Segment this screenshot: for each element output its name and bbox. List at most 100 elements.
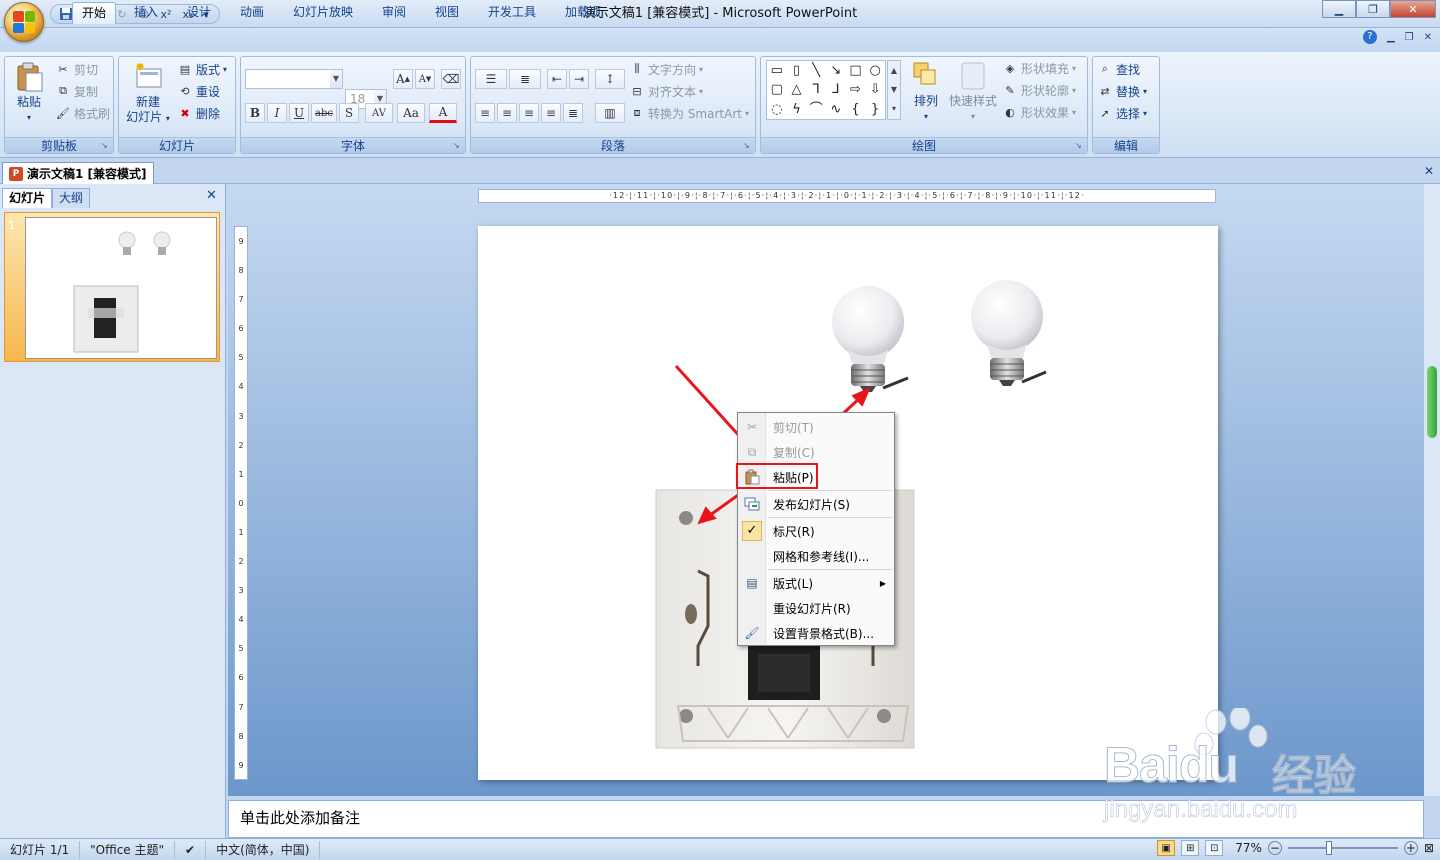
columns-icon[interactable]: ▥ (595, 103, 625, 123)
elbow-arrow-shape-icon[interactable]: ⅃ (826, 80, 846, 99)
replace-button[interactable]: ⇄ 替换 ▾ (1097, 81, 1147, 101)
oval-shape-icon[interactable]: ○ (865, 61, 885, 80)
doc-minimize-icon[interactable]: ▁ (1387, 32, 1395, 43)
shape-outline-button[interactable]: ✎ 形状轮廓 ▾ (1002, 80, 1076, 100)
tab-review[interactable]: 审阅 (373, 2, 415, 24)
vertical-ruler[interactable]: 9 8 7 6 5 4 3 2 1 0 1 2 3 4 5 6 7 8 9 (234, 226, 248, 780)
tab-animation[interactable]: 动画 (231, 2, 273, 24)
shape-fill-button[interactable]: ◈ 形状填充 ▾ (1002, 58, 1076, 78)
line-shape-icon[interactable]: ╲ (806, 61, 826, 80)
status-spellcheck[interactable]: ✔ (175, 840, 207, 859)
menu-item-layout[interactable]: ▤ 版式(L) ▶ (738, 571, 894, 595)
zoom-slider[interactable] (1287, 841, 1398, 855)
slide-thumbnail[interactable] (25, 217, 217, 359)
arrow-line-shape-icon[interactable]: ↘ (826, 61, 846, 80)
reset-button[interactable]: ⟲ 重设 (177, 81, 220, 101)
menu-item-copy[interactable]: ⧉ 复制(C) (738, 440, 894, 464)
tab-slideshow[interactable]: 幻灯片放映 (284, 2, 362, 24)
layout-button[interactable]: ▤ 版式 ▾ (177, 59, 227, 79)
justify-icon[interactable]: ≡ (541, 103, 561, 123)
triangle-shape-icon[interactable]: △ (787, 80, 807, 99)
shadow-button[interactable]: S (339, 103, 359, 123)
shapes-scroll[interactable]: ▲ ▼ ▾ (887, 60, 901, 120)
fit-window-icon[interactable]: ⊠ (1424, 841, 1434, 855)
cut-button[interactable]: ✂ 剪切 (55, 59, 98, 79)
delete-button[interactable]: ✖ 删除 (177, 103, 220, 123)
horizontal-ruler[interactable]: ·12·¦·11·¦·10·¦·9·¦·8·¦·7·¦·6·¦·5·¦·4·¦·… (478, 189, 1216, 203)
align-right-icon[interactable]: ≡ (519, 103, 539, 123)
normal-view-icon[interactable]: ▣ (1157, 840, 1176, 856)
font-name-combo[interactable]: ▼ (245, 69, 343, 89)
clear-format-icon[interactable]: ⌫ (441, 69, 461, 89)
shrink-font-button[interactable]: A ▼ (415, 69, 435, 89)
paste-button[interactable]: 粘贴 ▾ (7, 61, 51, 125)
shape-effects-button[interactable]: ◐ 形状效果 ▾ (1002, 102, 1076, 122)
slide-sorter-icon[interactable]: ⊞ (1181, 840, 1200, 856)
bullets-icon[interactable]: ☰ (475, 69, 507, 89)
find-button[interactable]: ⌕ 查找 (1097, 59, 1140, 79)
numbering-icon[interactable]: ≣ (509, 69, 541, 89)
dialog-launcher-icon[interactable]: ↘ (101, 141, 111, 151)
grow-font-button[interactable]: A ▲ (393, 69, 413, 89)
rectangle-shape-icon[interactable]: □ (846, 61, 866, 80)
dialog-launcher-icon[interactable]: ↘ (743, 141, 753, 151)
menu-item-grid-guides[interactable]: 网格和参考线(I)... (738, 544, 894, 568)
quick-styles-button[interactable]: 快速样式 ▾ (946, 60, 1000, 124)
close-icon[interactable]: ✕ (1390, 0, 1436, 18)
format-painter-button[interactable]: 🖌 格式刷 (55, 103, 110, 123)
menu-item-reset-slide[interactable]: 重设幻灯片(R) (738, 596, 894, 620)
smartart-button[interactable]: ⧈ 转换为 SmartArt ▾ (629, 103, 749, 123)
menu-item-ruler[interactable]: ✓ 标尺(R) (738, 519, 894, 543)
light-bulb-image[interactable] (832, 286, 909, 392)
zoom-level[interactable]: 77% (1235, 841, 1262, 855)
select-button[interactable]: ➚ 选择 ▾ (1097, 103, 1147, 123)
slideshow-view-icon[interactable]: ⊡ (1205, 840, 1224, 856)
char-spacing-button[interactable]: AV (365, 103, 393, 123)
left-brace-shape-icon[interactable]: { (846, 100, 866, 119)
close-document-icon[interactable]: ✕ (1424, 164, 1434, 178)
rounded-rect-shape-icon[interactable]: ▢ (767, 80, 787, 99)
line-spacing-icon[interactable]: ↕ (595, 69, 625, 89)
copy-button[interactable]: ⧉ 复制 (55, 81, 98, 101)
elbow-connector-shape-icon[interactable]: ⅂ (806, 80, 826, 99)
bold-button[interactable]: B (245, 103, 265, 123)
shapes-gallery[interactable]: ▭ ▯ ╲ ↘ □ ○ ▢ △ ⅂ ⅃ ⇨ ⇩ ◌ ϟ ⌒ ∿ { } (766, 60, 886, 120)
distribute-icon[interactable]: ≣ (563, 103, 583, 123)
dialog-launcher-icon[interactable]: ↘ (1075, 141, 1085, 151)
minimize-icon[interactable]: ▁ (1322, 0, 1356, 18)
strikethrough-button[interactable]: abc (311, 103, 337, 123)
new-slide-button[interactable]: ✸ 新建 幻灯片 ▾ (123, 61, 173, 126)
help-icon[interactable]: ? (1362, 30, 1377, 44)
tab-design[interactable]: 设计 (178, 2, 220, 24)
tab-addins[interactable]: 加载项 (556, 2, 610, 24)
curve-shape-icon[interactable]: ∿ (826, 100, 846, 119)
zoom-in-icon[interactable]: + (1403, 841, 1418, 855)
right-arrow-shape-icon[interactable]: ⇨ (846, 80, 866, 99)
close-pane-icon[interactable]: ✕ (206, 188, 217, 203)
right-brace-shape-icon[interactable]: } (865, 100, 885, 119)
tab-insert[interactable]: 插入 (125, 2, 167, 24)
align-center-icon[interactable]: ≡ (497, 103, 517, 123)
document-tab[interactable]: P 演示文稿1 [兼容模式] (2, 162, 154, 184)
align-text-button[interactable]: ⊟ 对齐文本 ▾ (629, 81, 703, 101)
light-bulb-image[interactable] (971, 280, 1047, 386)
maximize-icon[interactable]: ❐ (1356, 0, 1390, 18)
arc-shape-icon[interactable]: ⌒ (806, 100, 826, 119)
zoom-slider-thumb[interactable] (1325, 841, 1332, 855)
vertical-textbox-shape-icon[interactable]: ▯ (787, 61, 807, 80)
italic-button[interactable]: I (267, 103, 287, 123)
callout-shape-icon[interactable]: ◌ (767, 100, 787, 119)
tab-developer[interactable]: 开发工具 (479, 2, 545, 24)
slide-thumbnail-selected[interactable]: 1 (4, 212, 220, 362)
decrease-indent-icon[interactable]: ⇤ (547, 69, 567, 89)
tab-outline[interactable]: 大纲 (52, 188, 91, 208)
font-color-button[interactable]: A (429, 103, 457, 123)
tab-home[interactable]: 开始 (72, 2, 117, 24)
arrange-button[interactable]: 排列 ▾ (904, 60, 948, 124)
doc-restore-icon[interactable]: ❐ (1405, 32, 1414, 43)
menu-item-cut[interactable]: ✂ 剪切(T) (738, 415, 894, 439)
change-case-button[interactable]: Aa (397, 103, 425, 123)
underline-button[interactable]: U (289, 103, 309, 123)
scroll-thumb[interactable] (1427, 366, 1437, 438)
menu-item-publish-slides[interactable]: 发布幻灯片(S) (738, 492, 894, 516)
